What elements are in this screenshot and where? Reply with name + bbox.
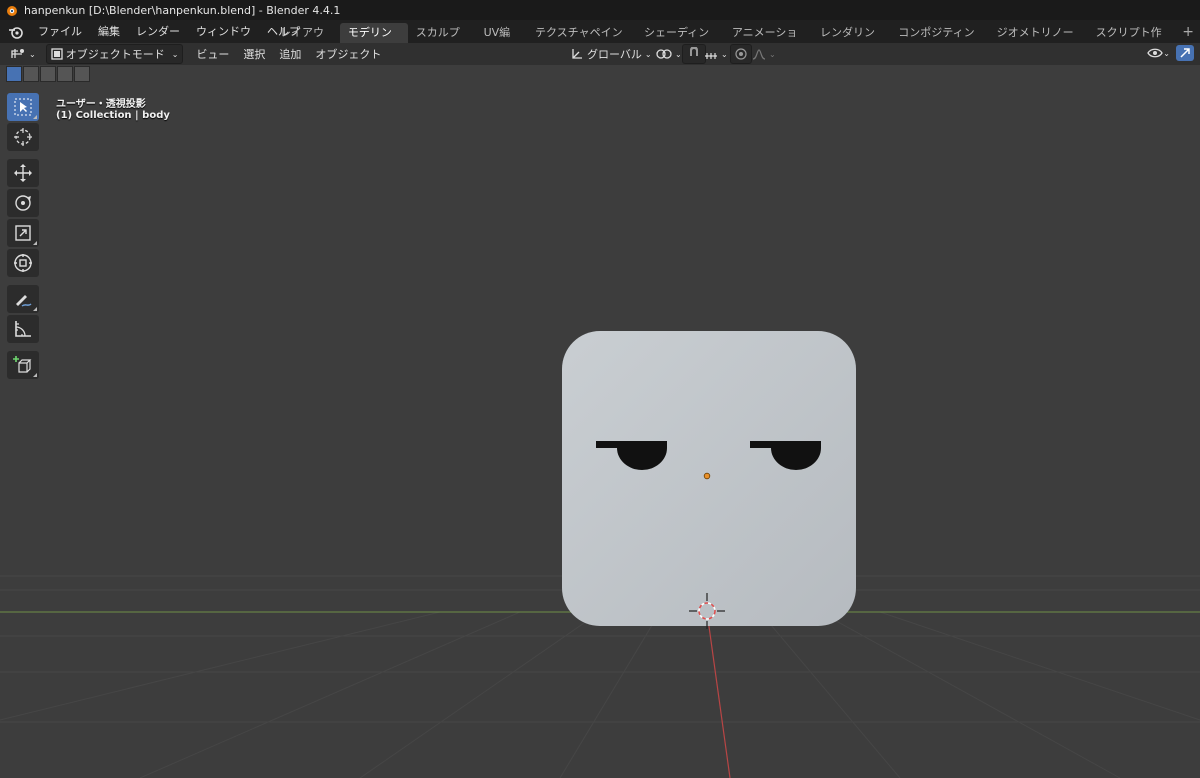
rotate-tool[interactable] <box>7 189 39 217</box>
menu-render[interactable]: レンダー <box>128 20 188 43</box>
pivot-point-dropdown[interactable]: ⌄ <box>652 45 686 63</box>
tab-compositing[interactable]: コンポジティング <box>890 23 988 59</box>
transform-tool[interactable] <box>7 249 39 277</box>
collection-info-label: (1) Collection | body <box>56 110 170 121</box>
object-mode-icon <box>51 48 63 60</box>
tab-scripting[interactable]: スクリプト作成 <box>1088 23 1177 59</box>
viewport-3d[interactable] <box>0 66 1200 778</box>
annotate-tool[interactable] <box>7 285 39 313</box>
orientation-label: グローバル <box>587 48 642 61</box>
visibility-dropdown[interactable]: ⌄ <box>1145 45 1172 61</box>
tab-modeling[interactable]: モデリング <box>339 23 408 59</box>
object-origin-dot <box>703 472 711 480</box>
proportional-falloff-dropdown[interactable]: ⌄ <box>748 45 780 63</box>
falloff-curve-icon <box>752 49 766 60</box>
transform-icon <box>14 254 32 272</box>
gizmo-icon <box>1180 48 1190 58</box>
add-cube-icon <box>13 356 32 373</box>
blender-menu-icon[interactable] <box>8 24 24 40</box>
workspace-tabs: レイアウト モデリング スカルプト UV編集 テクスチャペイント シェーディング… <box>272 20 1200 59</box>
tab-uv-editing[interactable]: UV編集 <box>476 23 527 59</box>
scale-icon <box>15 225 31 241</box>
tab-texture-paint[interactable]: テクスチャペイント <box>527 23 636 59</box>
snap-target-dropdown[interactable]: ⌄ <box>700 45 732 63</box>
window-titlebar: hanpenkun [D:\Blender\hanpenkun.blend] -… <box>0 0 1200 20</box>
editor-type-button[interactable]: ⌄ <box>6 45 40 63</box>
chevron-down-icon: ⌄ <box>1163 48 1170 58</box>
view-name-label: ユーザー・透視投影 <box>56 99 146 110</box>
menu-view[interactable]: ビュー <box>189 46 236 62</box>
measure-icon <box>15 321 31 337</box>
eye-icon <box>1147 48 1164 58</box>
tab-animation[interactable]: アニメーション <box>724 23 812 59</box>
chevron-down-icon: ⌄ <box>171 49 179 59</box>
chevron-down-icon: ⌄ <box>675 49 682 59</box>
add-cube-tool[interactable] <box>7 351 39 379</box>
menu-file[interactable]: ファイル <box>30 20 90 43</box>
chevron-down-icon: ⌄ <box>721 49 728 59</box>
mode-dropdown[interactable]: オブジェクトモード ⌄ <box>45 44 184 64</box>
chevron-down-icon: ⌄ <box>644 49 652 59</box>
tab-sculpting[interactable]: スカルプト <box>408 23 476 59</box>
snap-increment-icon <box>705 53 717 59</box>
x-axis-line <box>706 611 731 778</box>
hanpen-cube-object[interactable] <box>562 331 856 626</box>
blender-logo-icon <box>7 6 17 16</box>
menu-object[interactable]: オブジェクト <box>308 46 388 62</box>
menu-select[interactable]: 選択 <box>236 46 272 62</box>
cursor-select-icon <box>14 98 32 116</box>
window-title: hanpenkun [D:\Blender\hanpenkun.blend] -… <box>24 3 341 17</box>
magnet-icon <box>690 47 698 56</box>
move-tool[interactable] <box>7 159 39 187</box>
select-box-tool[interactable] <box>7 93 39 121</box>
rotate-icon <box>15 195 31 211</box>
tab-rendering[interactable]: レンダリング <box>812 23 890 59</box>
top-menu-bar: ファイル 編集 レンダー ウィンドウ ヘルプ レイアウト モデリング スカルプト… <box>0 20 1200 59</box>
orientation-icon <box>572 49 582 59</box>
proportional-icon <box>735 48 747 60</box>
mode-label: オブジェクトモード <box>65 48 165 61</box>
pivot-icon <box>656 49 672 59</box>
menu-edit[interactable]: 編集 <box>90 20 128 43</box>
move-icon <box>14 164 32 182</box>
tool-shelf <box>7 93 41 381</box>
viewport-editor-icon <box>11 49 24 58</box>
chevron-down-icon: ⌄ <box>769 49 776 59</box>
cursor-tool[interactable] <box>7 123 39 151</box>
tab-layout[interactable]: レイアウト <box>272 23 340 59</box>
add-workspace-icon[interactable]: + <box>1176 24 1200 40</box>
header-right-controls: ⌄ <box>1145 45 1194 61</box>
tab-geometry-nodes[interactable]: ジオメトリノード <box>989 23 1088 59</box>
gizmo-toggle[interactable] <box>1176 45 1194 61</box>
tab-shading[interactable]: シェーディング <box>636 23 724 59</box>
measure-tool[interactable] <box>7 315 39 343</box>
transform-orientation-dropdown[interactable]: グローバル ⌄ <box>566 45 656 63</box>
3d-cursor-tool-icon <box>14 128 32 146</box>
menu-add[interactable]: 追加 <box>272 46 308 62</box>
chevron-down-icon: ⌄ <box>29 49 36 59</box>
annotate-icon <box>16 295 32 307</box>
viewport-header: ⌄ オブジェクトモード ⌄ ビュー 選択 追加 オブジェクト グローバル ⌄ ⌄… <box>0 43 1200 65</box>
scale-tool[interactable] <box>7 219 39 247</box>
menu-window[interactable]: ウィンドウ <box>188 20 259 43</box>
